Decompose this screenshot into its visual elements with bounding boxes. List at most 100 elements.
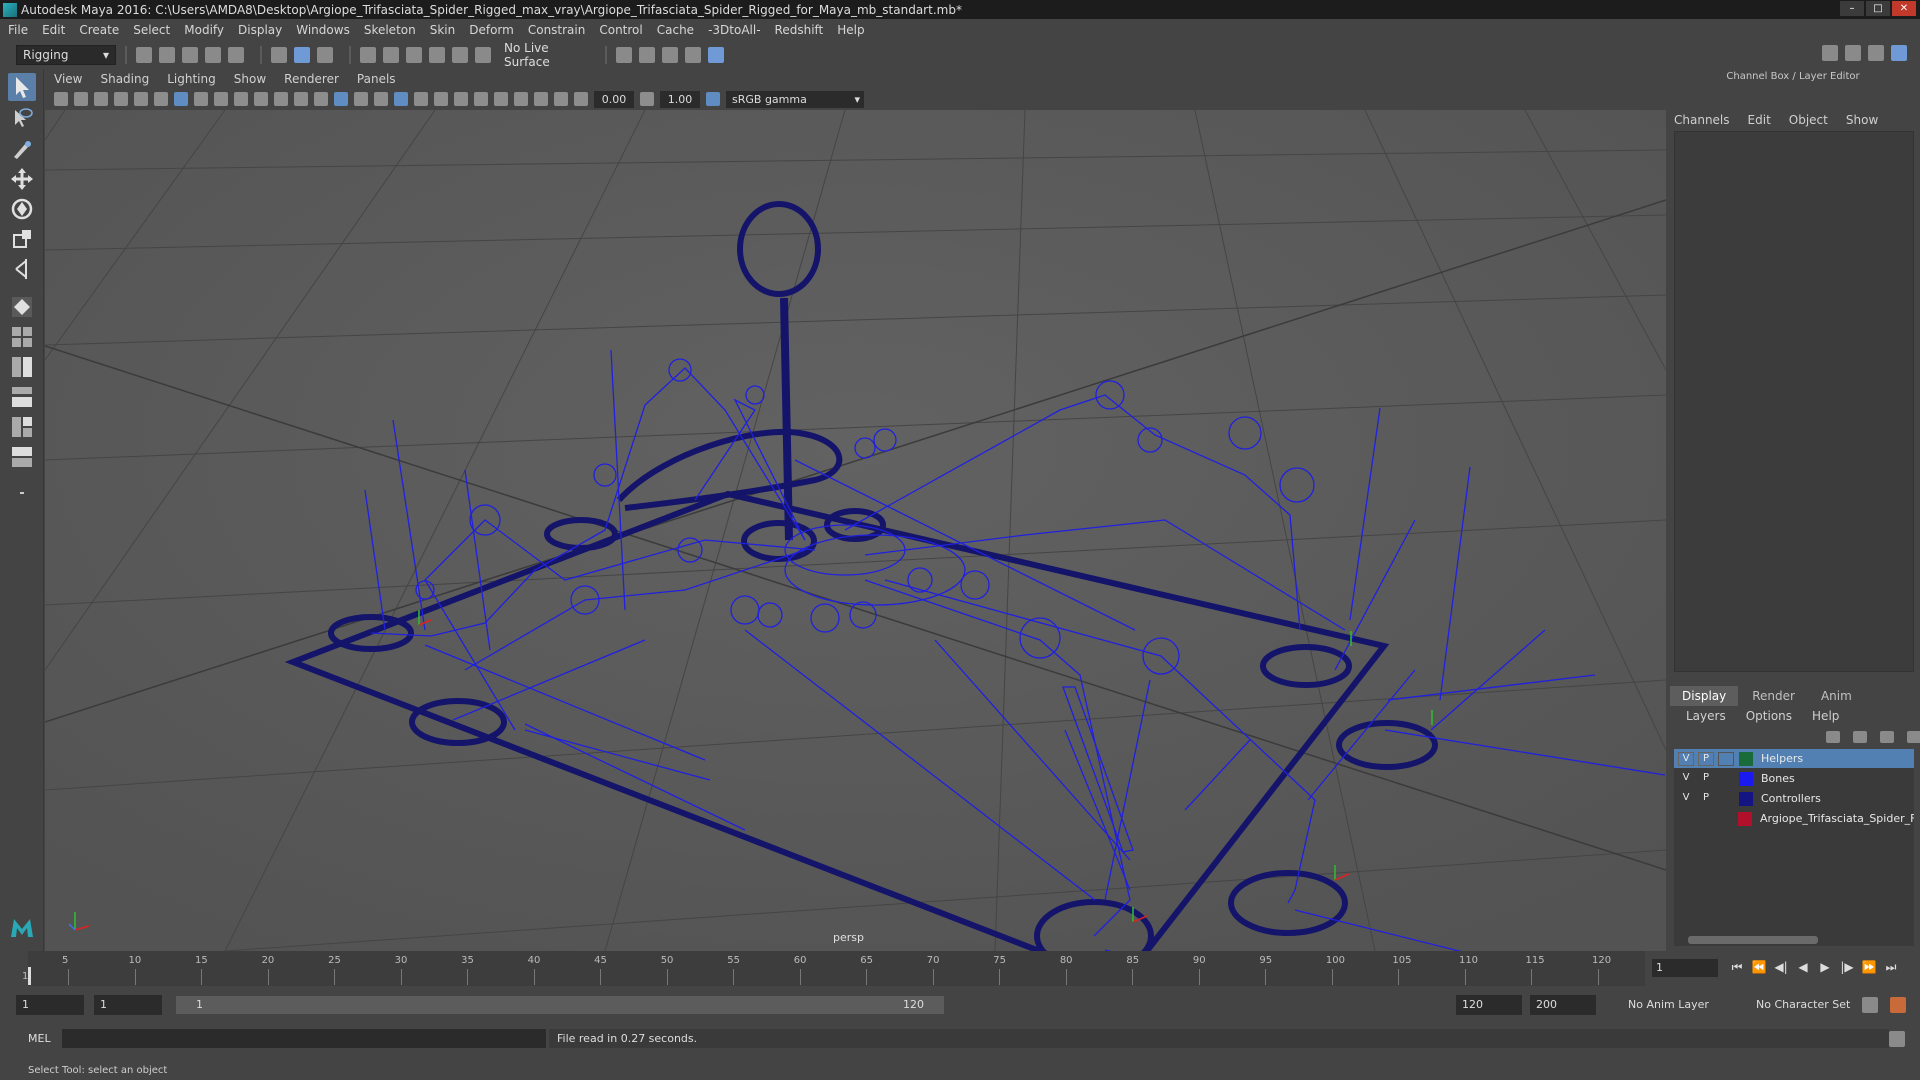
command-language-toggle[interactable]: MEL (28, 1032, 51, 1045)
snap-point-icon[interactable] (406, 47, 422, 63)
layer-visibility-toggle[interactable]: V (1678, 772, 1694, 786)
step-forward-frame-icon[interactable]: |▶ (1836, 960, 1858, 976)
layout-four-view-icon[interactable] (8, 323, 36, 351)
layer-visibility-toggle[interactable]: V (1678, 751, 1694, 766)
wireframe-icon[interactable] (314, 92, 328, 106)
layout-graph-icon[interactable] (8, 413, 36, 441)
camera-icon[interactable] (54, 92, 68, 106)
anti-aliasing-icon[interactable] (494, 92, 508, 106)
layer-visibility-toggle[interactable]: V (1678, 792, 1694, 806)
current-time-marker[interactable] (28, 967, 31, 985)
new-layer-from-selection-icon[interactable] (1907, 731, 1920, 743)
select-hierarchy-icon[interactable] (271, 47, 287, 63)
menu-constrain[interactable]: Constrain (528, 23, 586, 37)
playback-end-field[interactable]: 120 (1456, 995, 1522, 1015)
lasso-tool-icon[interactable] (8, 105, 36, 133)
field-chart-icon[interactable] (254, 92, 268, 106)
panel-menu-lighting[interactable]: Lighting (167, 72, 216, 86)
isolate-select-icon[interactable] (514, 92, 528, 106)
expand-toolbox-icon[interactable] (8, 479, 36, 507)
layer-menu-help[interactable]: Help (1812, 709, 1839, 723)
menu-deform[interactable]: Deform (469, 23, 514, 37)
step-back-frame-icon[interactable]: ◀| (1770, 960, 1792, 976)
resolution-gate-icon[interactable] (214, 92, 228, 106)
exposure-icon[interactable] (574, 92, 588, 106)
layer-display-type-toggle[interactable] (1718, 751, 1734, 766)
menu-set-dropdown[interactable]: Rigging ▾ (16, 45, 116, 65)
range-slider[interactable]: 1 120 (176, 996, 944, 1014)
gamma-field[interactable]: 1.00 (660, 90, 700, 108)
go-to-start-icon[interactable]: ⏮ (1726, 960, 1748, 976)
move-layer-down-icon[interactable] (1853, 731, 1867, 743)
layer-playback-toggle[interactable] (1698, 812, 1714, 826)
menu-skin[interactable]: Skin (430, 23, 456, 37)
layer-display-type-toggle[interactable] (1718, 792, 1734, 806)
textured-icon[interactable] (374, 92, 388, 106)
shadows-icon[interactable] (434, 92, 448, 106)
menu-select[interactable]: Select (133, 23, 170, 37)
snap-grid-icon[interactable] (360, 47, 376, 63)
camera-attributes-icon[interactable] (74, 92, 88, 106)
menu-modify[interactable]: Modify (184, 23, 224, 37)
channel-menu-object[interactable]: Object (1789, 113, 1828, 127)
scene-start-field[interactable]: 1 (16, 995, 84, 1015)
select-tool-icon[interactable] (8, 73, 36, 101)
playback-start-field[interactable]: 1 (94, 995, 162, 1015)
tab-display[interactable]: Display (1670, 686, 1739, 706)
auto-key-icon[interactable] (1862, 997, 1878, 1013)
new-scene-icon[interactable] (136, 47, 152, 63)
smooth-shade-icon[interactable] (334, 92, 348, 106)
layout-hypershade-icon[interactable] (8, 443, 36, 471)
layer-color-swatch[interactable] (1738, 811, 1753, 826)
layout-two-view-icon[interactable] (8, 353, 36, 381)
safe-action-icon[interactable] (274, 92, 288, 106)
scale-tool-icon[interactable] (8, 225, 36, 253)
undo-icon[interactable] (205, 47, 221, 63)
ambient-occlusion-icon[interactable] (454, 92, 468, 106)
select-object-icon[interactable] (294, 47, 310, 63)
current-frame-field[interactable]: 1 (1652, 959, 1718, 977)
character-set-dropdown[interactable]: No Character Set (1750, 995, 1870, 1015)
hypershade-icon[interactable] (708, 47, 724, 63)
panel-menu-renderer[interactable]: Renderer (284, 72, 339, 86)
film-gate-icon[interactable] (194, 92, 208, 106)
step-forward-key-icon[interactable]: ⏩ (1858, 960, 1880, 976)
snap-view-plane-icon[interactable] (429, 47, 445, 63)
command-input[interactable] (62, 1029, 546, 1048)
minimize-button[interactable]: – (1840, 1, 1864, 16)
xray-active-icon[interactable] (554, 92, 568, 106)
menu-create[interactable]: Create (79, 23, 119, 37)
scrollbar-thumb[interactable] (1688, 936, 1818, 944)
layer-playback-toggle[interactable]: P (1698, 751, 1714, 766)
paint-select-icon[interactable] (8, 135, 36, 163)
rotate-tool-icon[interactable] (8, 195, 36, 223)
soft-select-icon[interactable] (8, 293, 36, 321)
grease-pencil-icon[interactable] (154, 92, 168, 106)
tool-settings-icon[interactable] (1868, 45, 1884, 61)
new-empty-layer-icon[interactable] (1880, 731, 1894, 743)
channel-menu-channels[interactable]: Channels (1674, 113, 1730, 127)
render-current-icon[interactable] (639, 47, 655, 63)
tab-anim[interactable]: Anim (1809, 686, 1864, 706)
channel-menu-show[interactable]: Show (1846, 113, 1878, 127)
menu-3dtoall[interactable]: -3DtoAll- (708, 23, 760, 37)
redo-icon[interactable] (228, 47, 244, 63)
menu-display[interactable]: Display (238, 23, 282, 37)
menu-cache[interactable]: Cache (657, 23, 694, 37)
panel-menu-panels[interactable]: Panels (357, 72, 396, 86)
2d-pan-zoom-icon[interactable] (134, 92, 148, 106)
layer-row-controllers[interactable]: V P Controllers (1674, 789, 1914, 809)
layer-row-spider-mesh[interactable]: Argiope_Trifasciata_Spider_F (1674, 809, 1914, 829)
layer-color-swatch[interactable] (1739, 791, 1753, 806)
layer-menu-layers[interactable]: Layers (1686, 709, 1726, 723)
menu-skeleton[interactable]: Skeleton (364, 23, 416, 37)
gate-mask-icon[interactable] (234, 92, 248, 106)
color-management-icon[interactable] (706, 92, 720, 106)
attribute-editor-icon[interactable] (1845, 45, 1861, 61)
menu-control[interactable]: Control (599, 23, 642, 37)
close-button[interactable]: ✕ (1892, 1, 1916, 16)
layer-display-type-toggle[interactable] (1718, 772, 1734, 786)
layer-display-type-toggle[interactable] (1718, 812, 1734, 826)
channel-box-icon[interactable] (1891, 45, 1907, 61)
channel-box-area[interactable] (1674, 131, 1914, 672)
